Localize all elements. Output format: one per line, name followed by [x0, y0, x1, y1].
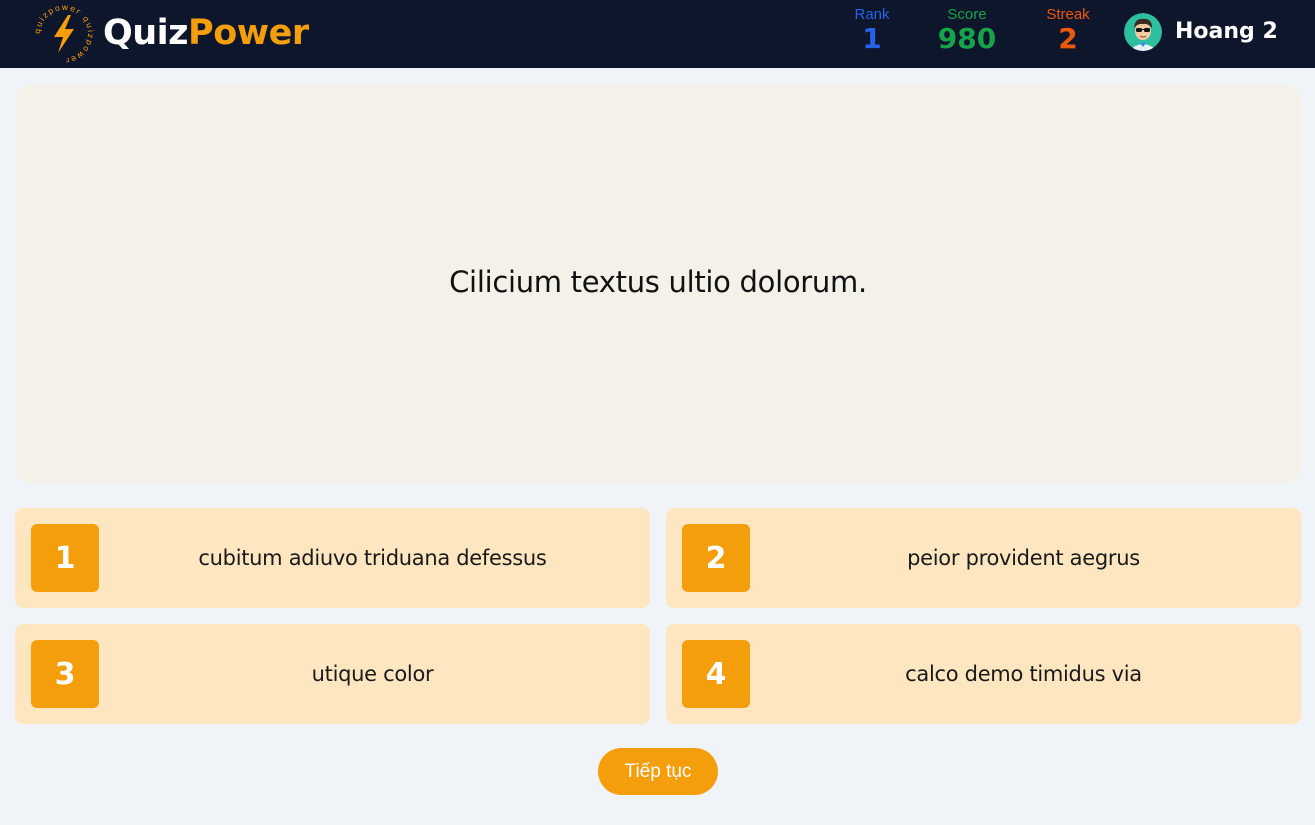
rank-stat: Rank 1: [832, 6, 912, 54]
streak-value: 2: [1058, 22, 1078, 55]
top-bar: quizpower quizpower QuizPower Rank 1 Sco…: [0, 0, 1315, 68]
answer-option-4[interactable]: 4 calco demo timidus via: [666, 624, 1301, 724]
answer-text: cubitum adiuvo triduana defessus: [198, 546, 547, 570]
score-value: 980: [937, 22, 997, 55]
answer-option-2[interactable]: 2 peior provident aegrus: [666, 508, 1301, 608]
question-text: Cilicium textus ultio dolorum.: [449, 265, 867, 299]
answer-text: calco demo timidus via: [905, 662, 1142, 686]
rank-value: 1: [862, 22, 882, 55]
streak-stat: Streak 2: [1028, 6, 1108, 54]
brand-text-power: Power: [188, 13, 309, 53]
score-stat: Score 980: [927, 6, 1007, 54]
answer-text: peior provident aegrus: [907, 546, 1140, 570]
user-name[interactable]: Hoang 2: [1175, 18, 1278, 46]
answer-number-badge: 4: [682, 640, 750, 708]
brand-logo[interactable]: QuizPower: [103, 10, 309, 56]
brand-text-quiz: Quiz: [103, 13, 189, 53]
answer-text: utique color: [311, 662, 434, 686]
logo-icon[interactable]: quizpower quizpower: [33, 3, 95, 65]
avatar-icon[interactable]: [1124, 13, 1162, 51]
answer-option-1[interactable]: 1 cubitum adiuvo triduana defessus: [15, 508, 650, 608]
answer-number-badge: 1: [31, 524, 99, 592]
answer-number-badge: 3: [31, 640, 99, 708]
question-card: Cilicium textus ultio dolorum.: [15, 85, 1301, 483]
answer-option-3[interactable]: 3 utique color: [15, 624, 650, 724]
answer-number-badge: 2: [682, 524, 750, 592]
continue-button[interactable]: Tiếp tục: [598, 748, 718, 795]
